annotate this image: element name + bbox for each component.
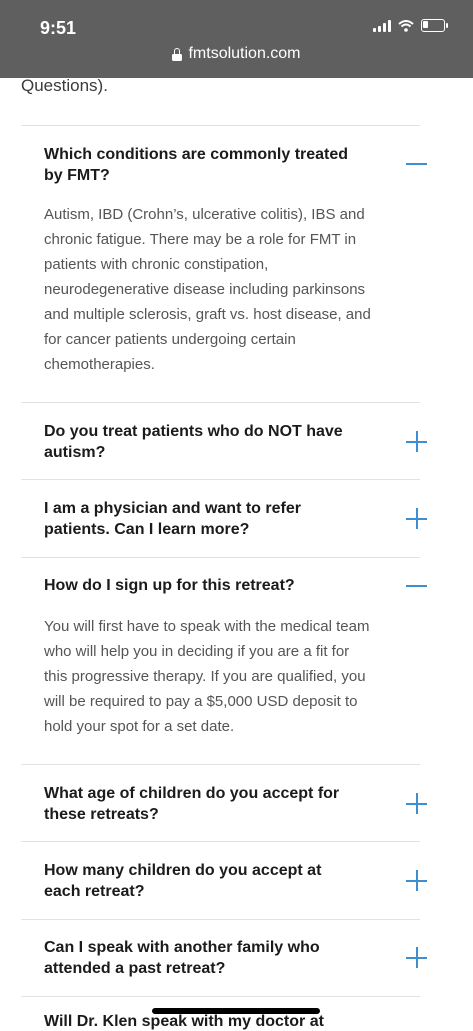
address-bar[interactable]: fmtsolution.com: [0, 45, 473, 63]
status-bar: 9:51 fmtsolution.com: [0, 0, 473, 78]
faq-answer-line: for cancer patients undergoing certain: [44, 331, 296, 348]
url-text: fmtsolution.com: [188, 45, 301, 62]
faq-question-line: Which conditions are commonly treated: [44, 146, 349, 163]
faq-question-line: these retreats?: [44, 806, 159, 823]
divider: [21, 557, 420, 558]
faq-question-partial[interactable]: Will Dr. Klen speak with my doctor at: [44, 1013, 324, 1031]
expand-icon[interactable]: [406, 508, 427, 529]
faq-question[interactable]: How do I sign up for this retreat?: [44, 575, 380, 596]
clock: 9:51: [40, 18, 77, 38]
expand-icon[interactable]: [406, 870, 427, 891]
faq-question-line: attended a past retreat?: [44, 960, 226, 977]
collapse-icon[interactable]: [406, 153, 427, 174]
lock-icon: [172, 47, 183, 61]
faq-question[interactable]: How many children do you accept at each …: [44, 860, 380, 902]
faq-question-line: patients. Can I learn more?: [44, 521, 250, 538]
collapse-icon[interactable]: [406, 575, 427, 596]
previous-text-fragment: Questions).: [21, 76, 108, 95]
expand-icon[interactable]: [406, 793, 427, 814]
faq-answer-line: who will help you in deciding if you are…: [44, 643, 350, 660]
faq-answer-line: chemotherapies.: [44, 356, 155, 373]
faq-question-line: Do you treat patients who do NOT have: [44, 423, 343, 440]
divider: [21, 479, 420, 480]
faq-answer-line: chronic fatigue. There may be a role for…: [44, 231, 357, 248]
divider: [21, 841, 420, 842]
faq-answer: You will first have to speak with the me…: [44, 614, 424, 739]
faq-question[interactable]: Which conditions are commonly treated by…: [44, 144, 380, 186]
faq-answer: Autism, IBD (Crohn’s, ulcerative colitis…: [44, 202, 424, 377]
home-indicator[interactable]: [152, 1008, 320, 1014]
wifi-icon: [398, 19, 414, 32]
faq-question[interactable]: What age of children do you accept for t…: [44, 783, 380, 825]
expand-icon[interactable]: [406, 947, 427, 968]
expand-icon[interactable]: [406, 431, 427, 452]
signal-icon: [373, 19, 391, 32]
divider: [21, 764, 420, 765]
faq-answer-line: will be required to pay a $5,000 USD dep…: [44, 693, 358, 710]
faq-question-line: How many children do you accept at: [44, 862, 322, 879]
faq-answer-line: and multiple sclerosis, graft vs. host d…: [44, 306, 371, 323]
divider: [21, 402, 420, 403]
divider: [21, 919, 420, 920]
faq-question-line: How do I sign up for this retreat?: [44, 577, 295, 594]
battery-icon: [421, 19, 448, 32]
faq-question-line: Can I speak with another family who: [44, 939, 320, 956]
faq-answer-line: Autism, IBD (Crohn’s, ulcerative colitis…: [44, 206, 365, 223]
divider: [21, 996, 420, 997]
faq-question-line: What age of children do you accept for: [44, 785, 340, 802]
faq-question-line: I am a physician and want to refer: [44, 500, 301, 517]
faq-question-line: by FMT?: [44, 167, 110, 184]
faq-question-line: autism?: [44, 444, 106, 461]
faq-answer-line: You will first have to speak with the me…: [44, 618, 370, 635]
faq-answer-line: patients with chronic constipation,: [44, 256, 269, 273]
faq-question[interactable]: Do you treat patients who do NOT have au…: [44, 421, 380, 463]
faq-answer-line: this progressive therapy. If you are qua…: [44, 668, 366, 685]
faq-answer-line: neurodegenerative disease including park…: [44, 281, 366, 298]
faq-question-line: each retreat?: [44, 883, 145, 900]
faq-question[interactable]: I am a physician and want to refer patie…: [44, 498, 380, 540]
faq-question[interactable]: Can I speak with another family who atte…: [44, 937, 380, 979]
faq-answer-line: hold your spot for a set date.: [44, 718, 235, 735]
divider: [21, 125, 420, 126]
status-icons: [373, 19, 448, 32]
